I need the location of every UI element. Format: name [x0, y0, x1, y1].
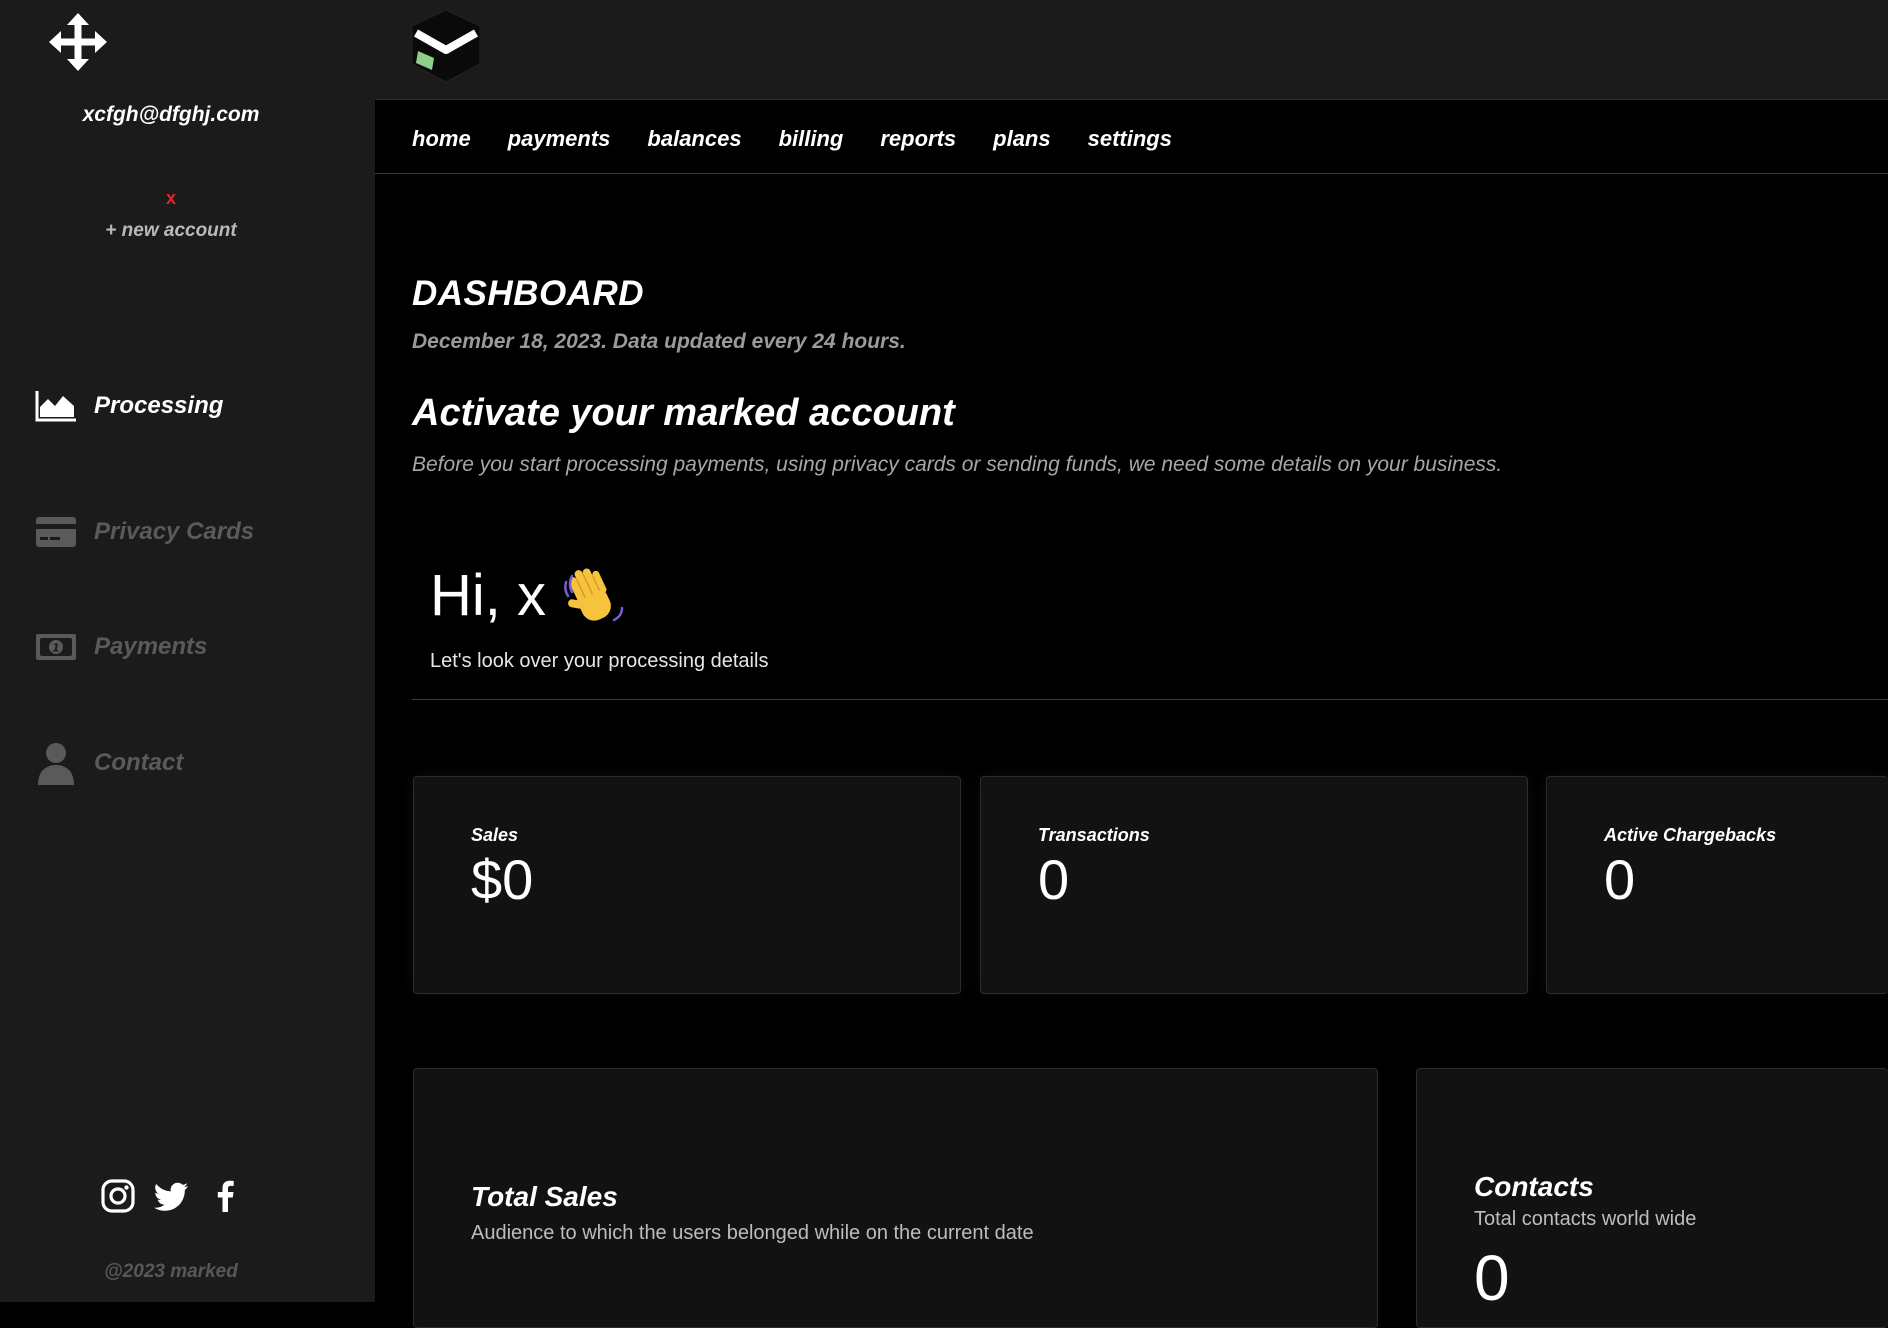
- svg-text:1: 1: [52, 642, 60, 655]
- money-bill-icon: 1: [34, 627, 78, 667]
- brand-logo-icon[interactable]: [410, 8, 482, 84]
- credit-card-icon: [34, 512, 78, 552]
- sidebar-item-label: Processing: [94, 392, 224, 419]
- copyright-text: @2023 marked: [104, 1261, 238, 1282]
- nav-payments[interactable]: payments: [508, 126, 611, 152]
- greeting: Hi, x: [430, 562, 626, 629]
- twitter-icon[interactable]: [154, 1178, 190, 1214]
- sidebar-item-label: Payments: [94, 633, 208, 660]
- sidebar-item-contact[interactable]: Contact: [34, 738, 183, 788]
- sidebar: xcfgh@dfghj.com x + new account Processi…: [0, 0, 375, 1302]
- waving-hand-icon: [562, 564, 626, 628]
- stat-value: 0: [1604, 848, 1636, 911]
- sidebar-item-payments[interactable]: 1 Payments: [34, 622, 207, 672]
- divider: [412, 699, 1888, 700]
- total-sales-card: Total Sales Audience to which the users …: [413, 1068, 1378, 1328]
- page-title: DASHBOARD: [412, 274, 644, 313]
- move-arrows-icon[interactable]: [48, 12, 108, 72]
- main-nav: home payments balances billing reports p…: [375, 104, 1888, 174]
- sidebar-item-label: Contact: [94, 749, 184, 776]
- social-links: [100, 1178, 244, 1214]
- stat-label: Transactions: [1038, 825, 1150, 845]
- stat-value: 0: [1038, 848, 1070, 911]
- account-email: xcfgh@dfghj.com: [82, 103, 260, 126]
- remove-account-button[interactable]: x: [0, 188, 342, 209]
- sidebar-item-processing[interactable]: Processing: [34, 381, 223, 431]
- transactions-card: Transactions 0: [980, 776, 1528, 994]
- nav-reports[interactable]: reports: [880, 126, 956, 152]
- card-title: Total Sales: [471, 1181, 618, 1212]
- card-subtitle: Audience to which the users belonged whi…: [471, 1222, 1034, 1244]
- instagram-icon[interactable]: [100, 1178, 136, 1214]
- contacts-count: 0: [1474, 1242, 1510, 1314]
- top-bar: [375, 0, 1888, 100]
- nav-settings[interactable]: settings: [1088, 126, 1172, 152]
- activate-account-description: Before you start processing payments, us…: [412, 453, 1503, 476]
- stat-value: $0: [471, 848, 534, 911]
- stat-label: Sales: [471, 825, 519, 845]
- stat-label: Active Chargebacks: [1604, 825, 1777, 845]
- card-title: Contacts: [1474, 1171, 1594, 1202]
- sidebar-item-privacy-cards[interactable]: Privacy Cards: [34, 507, 254, 557]
- sidebar-item-label: Privacy Cards: [94, 518, 255, 545]
- data-updated-text: December 18, 2023. Data updated every 24…: [412, 330, 906, 353]
- active-chargebacks-card: Active Chargebacks 0: [1546, 776, 1888, 994]
- card-subtitle: Total contacts world wide: [1474, 1208, 1697, 1230]
- new-account-link[interactable]: + new account: [0, 220, 342, 242]
- activate-account-title: Activate your marked account: [412, 392, 955, 434]
- sales-card: Sales $0: [413, 776, 961, 994]
- greeting-subtitle: Let's look over your processing details: [430, 650, 769, 672]
- greeting-text: Hi, x: [430, 563, 546, 628]
- area-chart-icon: [34, 386, 78, 426]
- facebook-icon[interactable]: [208, 1178, 244, 1214]
- contacts-card: Contacts Total contacts world wide 0: [1416, 1068, 1888, 1328]
- user-icon: [34, 743, 78, 785]
- nav-billing[interactable]: billing: [779, 126, 844, 152]
- nav-plans[interactable]: plans: [993, 126, 1050, 152]
- nav-balances[interactable]: balances: [647, 126, 741, 152]
- nav-home[interactable]: home: [412, 126, 471, 152]
